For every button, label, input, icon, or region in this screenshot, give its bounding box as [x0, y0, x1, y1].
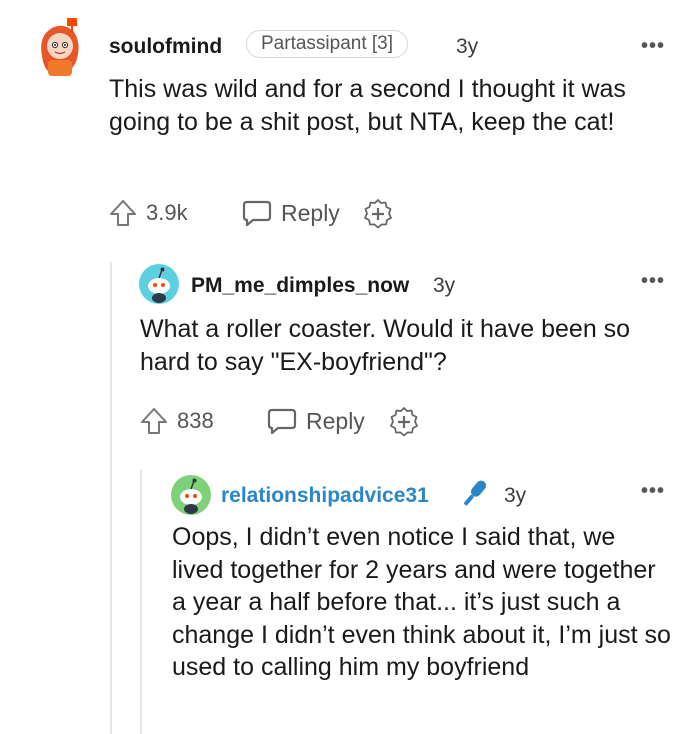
- comment-username[interactable]: PM_me_dimples_now: [191, 274, 409, 298]
- upvote-button[interactable]: 838: [139, 406, 214, 436]
- reply-label: Reply: [306, 407, 365, 434]
- avatar-snoo-icon: [41, 18, 79, 76]
- overflow-menu-icon[interactable]: •••: [641, 35, 665, 58]
- avatar-snoo-icon: [139, 264, 179, 304]
- comment-timestamp: 3y: [456, 35, 479, 58]
- avatar[interactable]: [171, 475, 211, 515]
- upvote-icon: [110, 200, 136, 226]
- upvote-icon: [141, 408, 167, 434]
- user-flair: Partassipant [3]: [246, 30, 409, 58]
- award-icon: [390, 407, 418, 437]
- avatar[interactable]: [34, 16, 84, 78]
- reply-label: Reply: [281, 199, 340, 226]
- comment-body: This was wild and for a second I thought…: [109, 75, 626, 136]
- thread-line-level-1: [110, 262, 112, 734]
- overflow-menu-icon[interactable]: •••: [641, 480, 665, 503]
- comment-body: What a roller coaster. Would it have bee…: [140, 315, 631, 376]
- comment-username[interactable]: soulofmind: [109, 35, 222, 59]
- reply-bubble-icon: [242, 200, 272, 227]
- avatar[interactable]: [139, 264, 179, 304]
- microphone-icon: [456, 476, 492, 517]
- upvote-button[interactable]: 3.9k: [108, 198, 188, 228]
- reply-bubble-icon: [267, 408, 297, 435]
- comment-timestamp: 3y: [433, 274, 456, 297]
- upvote-count: 838: [177, 408, 214, 433]
- overflow-menu-icon[interactable]: •••: [641, 270, 665, 293]
- award-icon: [364, 199, 392, 229]
- award-button[interactable]: [362, 198, 394, 235]
- upvote-count: 3.9k: [146, 200, 188, 225]
- reply-button[interactable]: Reply: [241, 198, 340, 228]
- comment-body: Oops, I didn’t even notice I said that, …: [172, 523, 671, 681]
- avatar-snoo-icon: [171, 475, 211, 515]
- thread-line-level-2: [140, 470, 142, 734]
- comment-timestamp: 3y: [504, 484, 527, 507]
- award-button[interactable]: [388, 406, 420, 443]
- reply-button[interactable]: Reply: [266, 406, 365, 436]
- comment-username[interactable]: relationshipadvice31: [221, 484, 429, 508]
